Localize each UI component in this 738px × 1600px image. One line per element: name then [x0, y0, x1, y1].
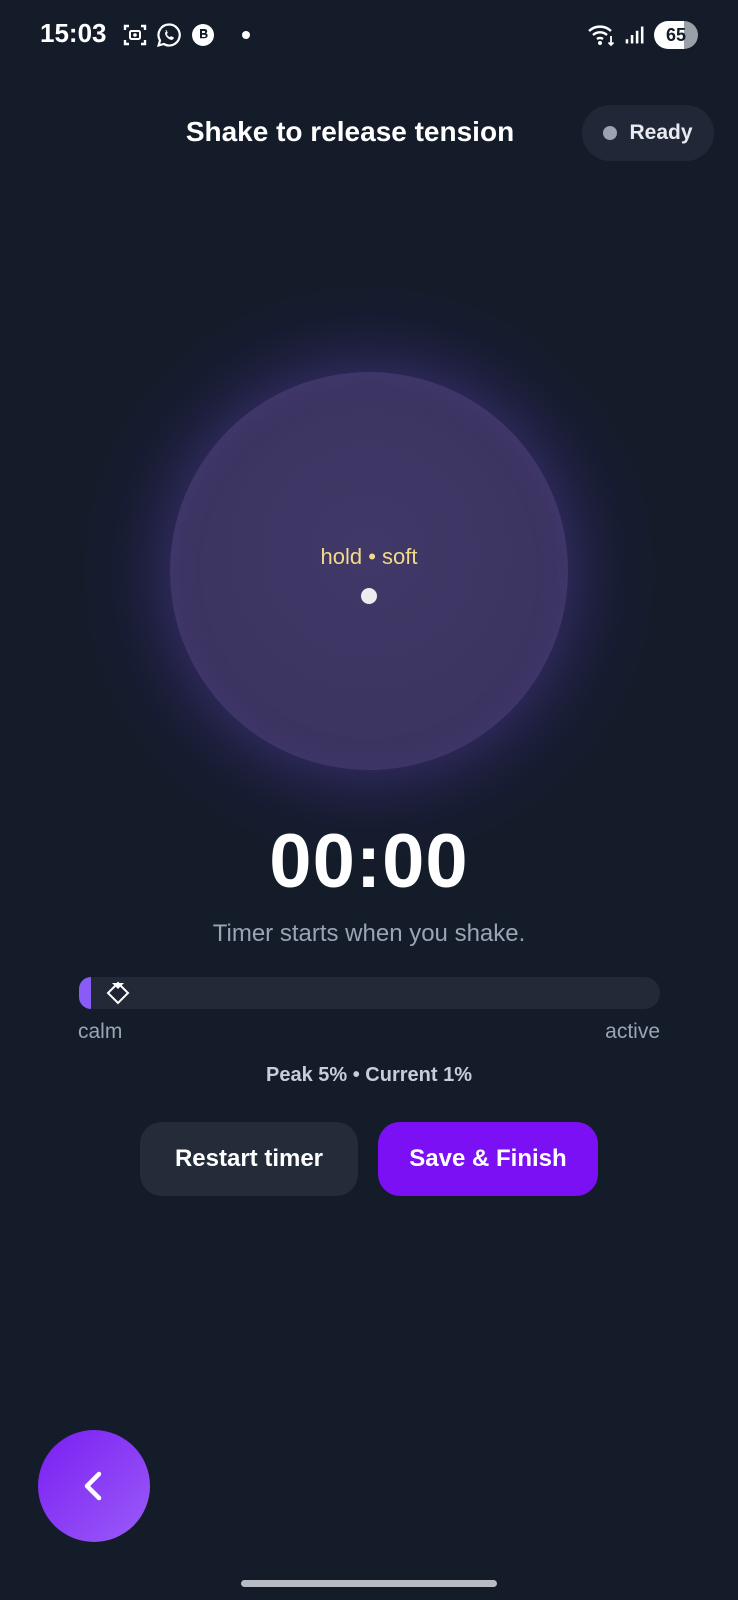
scale-high-label: active	[605, 1020, 660, 1043]
screen: 15:03 65 Shake to release tension Ready …	[0, 0, 738, 1600]
whatsapp-icon	[157, 23, 181, 47]
home-indicator[interactable]	[241, 1580, 497, 1587]
battery-icon: 65	[654, 21, 698, 49]
status-badge: Ready	[582, 105, 714, 161]
back-button[interactable]	[38, 1430, 150, 1542]
restart-timer-button[interactable]: Restart timer	[140, 1122, 358, 1196]
timer-hint: Timer starts when you shake.	[212, 920, 526, 947]
intensity-readout: Peak 5% • Current 1%	[266, 1064, 472, 1086]
orb-label: hold • soft	[320, 544, 418, 569]
chevron-left-icon	[84, 1471, 102, 1501]
breathing-orb	[170, 372, 568, 770]
status-dot-icon	[603, 126, 618, 140]
peak-marker-icon	[106, 981, 130, 1005]
status-bar: 15:03 65	[0, 0, 738, 72]
notification-dot	[242, 31, 250, 39]
scale-low-label: calm	[78, 1020, 123, 1043]
whatsapp-business-icon	[192, 24, 214, 46]
intensity-fill	[79, 977, 91, 1009]
status-icons-right: 65	[586, 18, 698, 52]
status-time: 15:03	[40, 18, 107, 48]
intensity-meter	[79, 977, 660, 1009]
status-badge-label: Ready	[629, 121, 693, 144]
screenshot-icon	[123, 24, 147, 46]
wifi-icon	[588, 25, 615, 47]
signal-icon	[625, 26, 644, 44]
status-icons-left	[122, 20, 250, 50]
orb-indicator-dot	[361, 588, 377, 604]
save-finish-button[interactable]: Save & Finish	[378, 1122, 598, 1196]
timer-display: 00:00	[269, 819, 469, 904]
